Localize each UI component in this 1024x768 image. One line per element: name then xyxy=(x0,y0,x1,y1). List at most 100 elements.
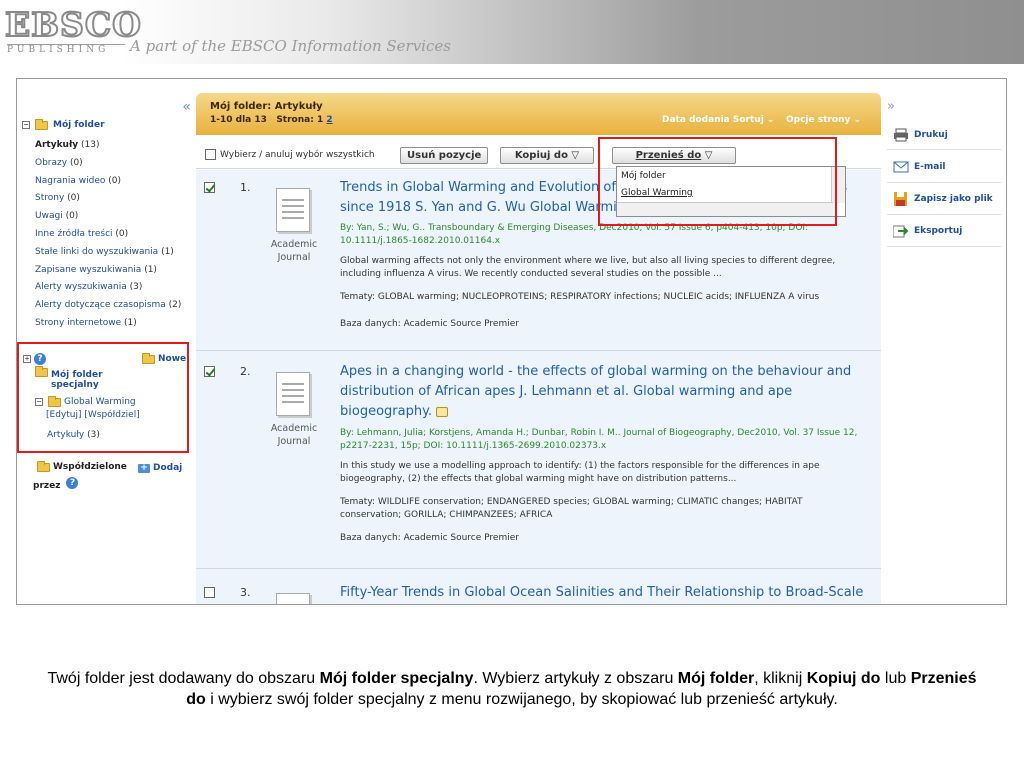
result-abstract: Global warming affects not only the envi… xyxy=(340,256,836,279)
export-action[interactable]: Eksportuj xyxy=(892,224,962,238)
shared-folders-head: Współdzielone xyxy=(37,460,127,472)
email-icon xyxy=(893,160,909,174)
folder-item-images[interactable]: Obrazy (0) xyxy=(35,155,181,173)
note-icon[interactable] xyxy=(436,406,449,417)
screenshot-frame: « − Mój folder Artykuły (13) Obrazy (0) … xyxy=(16,78,1007,605)
folder-item-web-pages[interactable]: Strony internetowe (1) xyxy=(35,315,181,333)
collapse-subfolder-icon[interactable]: − xyxy=(35,398,43,406)
action-divider xyxy=(887,149,1001,150)
printer-icon xyxy=(893,128,909,142)
publisher-banner: EBSCO PUBLISHING A part of the EBSCO Inf… xyxy=(0,0,1024,64)
save-disk-icon xyxy=(893,192,909,206)
folder-item-pages[interactable]: Strony (0) xyxy=(35,190,181,208)
action-divider xyxy=(887,214,1001,215)
result-checkbox[interactable] xyxy=(204,366,215,377)
folder-item-other-sources[interactable]: Inne źródła treści (0) xyxy=(35,226,181,244)
add-icon: + xyxy=(138,463,150,473)
result-title-link[interactable]: Apes in a changing world - the effects o… xyxy=(340,362,870,422)
folder-icon xyxy=(35,119,48,130)
sub-folder-actions: [Edytuj] [Współdziel] xyxy=(46,410,140,420)
result-divider xyxy=(196,568,881,569)
collapse-tree-icon[interactable]: − xyxy=(22,120,30,129)
result-database: Baza danych: Academic Source Premier xyxy=(340,319,519,329)
result-database: Baza danych: Academic Source Premier xyxy=(340,533,519,543)
folder-item-search-alerts[interactable]: Alerty wyszukiwania (3) xyxy=(35,279,181,297)
save-file-action[interactable]: Zapisz jako plik xyxy=(893,192,993,206)
edit-link[interactable]: [Edytuj] xyxy=(46,410,81,420)
result-title-link[interactable]: Fifty-Year Trends in Global Ocean Salini… xyxy=(340,583,870,603)
folder-item-articles[interactable]: Artykuły (13) xyxy=(35,137,181,155)
results-list: 1. Academic Journal Trends in Global Warm… xyxy=(196,170,881,604)
new-folder-button[interactable]: Nowe xyxy=(142,352,187,364)
delete-items-button[interactable]: Usuń pozycje xyxy=(400,147,489,164)
folder-item-videos[interactable]: Nagrania wideo (0) xyxy=(35,173,181,191)
result-number: 3. xyxy=(240,586,251,599)
result-number: 2. xyxy=(240,365,251,378)
action-divider xyxy=(887,182,1001,183)
help-icon[interactable]: ? xyxy=(34,353,46,365)
academic-journal-icon xyxy=(270,589,318,604)
result-range: 1-10 dla 13 Strona: 1 2 xyxy=(210,115,333,125)
special-articles-row[interactable]: Artykuły (3) xyxy=(47,430,100,440)
result-item: 2. Academic Journal Apes in a changing wo… xyxy=(196,362,881,582)
my-folder-link[interactable]: Mój folder xyxy=(53,120,105,130)
folder-icon xyxy=(48,395,61,407)
result-abstract: In this study we use a modelling approac… xyxy=(340,461,820,484)
folder-header: Mój folder: Artykuły 1-10 dla 13 Strona:… xyxy=(196,93,881,135)
folder-contents-list: Artykuły (13) Obrazy (0) Nagrania wideo … xyxy=(35,137,181,333)
left-panel: « − Mój folder Artykuły (13) Obrazy (0) … xyxy=(17,79,195,604)
logo-main-text: EBSCO xyxy=(4,5,142,45)
action-divider xyxy=(887,246,1001,247)
folder-item-saved-searches[interactable]: Zapisane wyszukiwania (1) xyxy=(35,262,181,280)
academic-journal-icon xyxy=(270,368,318,420)
email-action[interactable]: E-mail xyxy=(893,160,946,174)
page-2-link[interactable]: 2 xyxy=(326,115,332,125)
collapse-right-icon[interactable]: » xyxy=(887,99,895,114)
sort-dropdown[interactable]: Data dodania Sortuj ⌄ xyxy=(662,115,774,125)
new-folder-label: Nowe xyxy=(158,354,187,364)
add-shared-button[interactable]: + Dodaj xyxy=(138,463,182,473)
shared-title: Współdzielone xyxy=(53,462,127,472)
result-source: By: Lehmann, Julia; Korstjens, Amanda H.… xyxy=(340,428,858,451)
special-folder-head: + ? xyxy=(23,353,46,365)
sub-folder-link[interactable]: Global Warming xyxy=(64,397,136,407)
result-divider xyxy=(196,350,881,351)
select-all[interactable]: Wybierz / anuluj wybór wszystkich xyxy=(205,149,375,160)
publication-type: Academic Journal xyxy=(270,239,318,263)
result-subjects: Tematy: GLOBAL warming; NUCLEOPROTEINS; … xyxy=(340,292,820,302)
shared-by-label: przez xyxy=(33,481,61,491)
shared-folder-icon xyxy=(37,460,50,472)
copy-to-button[interactable]: Kopiuj do ▽ xyxy=(500,147,594,164)
export-icon xyxy=(892,224,909,238)
special-folder-title[interactable]: Mój folder specjalny xyxy=(35,366,103,390)
folder-item-notes[interactable]: Uwagi (0) xyxy=(35,208,181,226)
help-icon[interactable]: ? xyxy=(66,477,79,489)
result-number: 1. xyxy=(240,181,251,194)
page-options-dropdown[interactable]: Opcje strony ⌄ xyxy=(786,115,861,125)
move-to-highlight xyxy=(598,137,837,226)
ebsco-logo: EBSCO PUBLISHING xyxy=(4,5,142,56)
folder-item-journal-alerts[interactable]: Alerty dotyczące czasopisma (2) xyxy=(35,297,181,315)
add-shared-label: Dodaj xyxy=(153,463,183,473)
collapse-left-icon[interactable]: « xyxy=(182,99,191,115)
publication-type: Academic Journal xyxy=(270,423,318,447)
slide-caption: Twój folder jest dodawany do obszaru Mój… xyxy=(47,670,977,708)
select-all-checkbox[interactable] xyxy=(205,149,216,160)
result-checkbox[interactable] xyxy=(204,587,215,598)
print-action[interactable]: Drukuj xyxy=(893,128,948,142)
result-subjects: Tematy: WILDLIFE conservation; ENDANGERE… xyxy=(340,497,803,520)
academic-journal-icon xyxy=(270,184,318,236)
folder-item-persistent-links[interactable]: Stałe linki do wyszukiwania (1) xyxy=(35,244,181,262)
sub-folder-row: − Global Warming xyxy=(35,395,136,407)
banner-tagline: A part of the EBSCO Information Services xyxy=(130,37,451,55)
my-folder-tree-head: − Mój folder xyxy=(22,119,105,130)
right-panel: » Drukuj E-mail Zapisz jako plik Eksport… xyxy=(881,79,1006,604)
expand-tree-icon[interactable]: + xyxy=(23,355,31,363)
result-checkbox[interactable] xyxy=(204,182,215,193)
folder-icon xyxy=(35,366,48,377)
share-link[interactable]: [Współdziel] xyxy=(84,410,139,420)
result-item: 3. Fifty-Year Trends in Global Ocean Sal… xyxy=(196,583,881,604)
new-folder-icon xyxy=(142,352,155,364)
shared-by-row: przez ? xyxy=(33,475,79,491)
logo-sub-text: PUBLISHING xyxy=(7,44,125,56)
